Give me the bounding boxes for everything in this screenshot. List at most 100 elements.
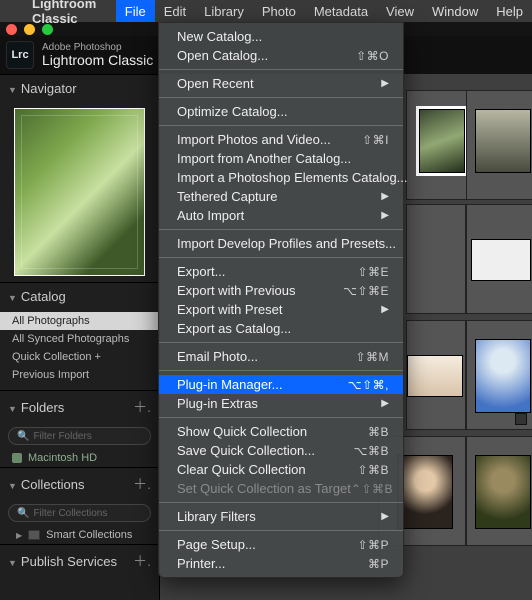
folders-label: Folders (21, 400, 64, 415)
menu-item[interactable]: Clear Quick Collection⇧⌘B (159, 460, 403, 479)
filter-collections-input[interactable]: 🔍 Filter Collections (8, 504, 151, 522)
menu-metadata[interactable]: Metadata (305, 0, 377, 22)
grid-cell[interactable] (406, 204, 466, 314)
menu-item[interactable]: Printer...⌘P (159, 554, 403, 573)
grid-cell[interactable] (466, 436, 532, 546)
publish-services-header[interactable]: ▼Publish Services ＋. (0, 545, 159, 577)
menu-separator (159, 417, 403, 418)
catalog-item-previous-import[interactable]: Previous Import (0, 366, 159, 384)
grid-cell[interactable] (406, 320, 466, 430)
menu-item[interactable]: Export with Preset▶ (159, 300, 403, 319)
thumbnail[interactable] (407, 355, 463, 397)
menu-item[interactable]: Optimize Catalog... (159, 102, 403, 121)
menu-item-shortcut: ⌥⌘B (354, 444, 389, 458)
menu-separator (159, 229, 403, 230)
folders-header[interactable]: ▼Folders ＋. (0, 391, 159, 423)
menu-item[interactable]: Import Develop Profiles and Presets... (159, 234, 403, 253)
catalog-item-all-photographs[interactable]: All Photographs (0, 312, 159, 330)
menu-item[interactable]: Export with Previous⌥⇧⌘E (159, 281, 403, 300)
disclosure-triangle-icon: ▶ (16, 531, 22, 540)
menu-item[interactable]: Export... ⇧⌘E (159, 262, 403, 281)
thumbnail[interactable] (397, 455, 453, 529)
close-icon[interactable] (6, 24, 17, 35)
menu-item[interactable]: New Catalog... (159, 27, 403, 46)
submenu-arrow-icon: ▶ (381, 191, 389, 202)
menu-item[interactable]: Library Filters▶ (159, 507, 403, 526)
volume-row[interactable]: Macintosh HD (0, 449, 159, 467)
catalog-item-synced[interactable]: All Synced Photographs (0, 330, 159, 348)
menu-item[interactable]: Auto Import▶ (159, 206, 403, 225)
menu-item-label: Show Quick Collection (177, 424, 307, 439)
smart-collections-row[interactable]: ▶ Smart Collections (0, 526, 159, 544)
menu-item-label: Email Photo... (177, 349, 258, 364)
thumbnail[interactable] (475, 455, 531, 529)
menu-item[interactable]: Show Quick Collection⌘B (159, 422, 403, 441)
menu-item-label: Export... (177, 264, 225, 279)
menu-window[interactable]: Window (423, 0, 487, 22)
zoom-icon[interactable] (42, 24, 53, 35)
menu-file[interactable]: File (116, 0, 155, 22)
menu-help[interactable]: Help (487, 0, 532, 22)
menu-item-shortcut: ⌥⇧⌘, (348, 378, 389, 392)
thumbnail[interactable] (475, 109, 531, 173)
submenu-arrow-icon: ▶ (381, 210, 389, 221)
menu-photo[interactable]: Photo (253, 0, 305, 22)
menu-item-shortcut: ⌘P (368, 557, 389, 571)
menu-item-label: Export as Catalog... (177, 321, 291, 336)
navigator-header[interactable]: ▼Navigator (0, 75, 159, 102)
search-icon: 🔍 (17, 508, 29, 519)
menu-view[interactable]: View (377, 0, 423, 22)
submenu-arrow-icon: ▶ (381, 304, 389, 315)
menu-separator (159, 257, 403, 258)
menu-library[interactable]: Library (195, 0, 253, 22)
menu-item[interactable]: Import a Photoshop Elements Catalog... (159, 168, 403, 187)
menu-separator (159, 97, 403, 98)
menu-edit[interactable]: Edit (155, 0, 195, 22)
submenu-arrow-icon: ▶ (381, 398, 389, 409)
menu-item: Set Quick Collection as Target⌃⇧⌘B (159, 479, 403, 498)
menu-item-label: New Catalog... (177, 29, 262, 44)
menu-item[interactable]: Import from Another Catalog... (159, 149, 403, 168)
menu-item[interactable]: Open Catalog...⇧⌘O (159, 46, 403, 65)
menu-item[interactable]: Export as Catalog... (159, 319, 403, 338)
thumbnail[interactable] (419, 109, 465, 173)
volume-name: Macintosh HD (28, 452, 97, 464)
menu-separator (159, 530, 403, 531)
disclosure-triangle-icon: ▼ (8, 85, 17, 95)
catalog-item-quick-collection[interactable]: Quick Collection + (0, 348, 159, 366)
menu-item[interactable]: Plug-in Extras▶ (159, 394, 403, 413)
menu-item[interactable]: Page Setup...⇧⌘P (159, 535, 403, 554)
mac-menubar: Lightroom Classic File Edit Library Phot… (0, 0, 532, 22)
thumbnail[interactable] (475, 339, 531, 413)
navigator-preview[interactable] (14, 108, 145, 276)
menu-item-shortcut: ⇧⌘B (357, 463, 389, 477)
add-collection-icon[interactable]: ＋. (133, 474, 151, 494)
add-folder-icon[interactable]: ＋. (133, 397, 151, 417)
menu-item-label: Save Quick Collection... (177, 443, 315, 458)
menubar-app-name[interactable]: Lightroom Classic (24, 0, 116, 26)
grid-cell[interactable] (466, 320, 532, 430)
submenu-arrow-icon: ▶ (381, 511, 389, 522)
menu-item-label: Open Recent (177, 76, 254, 91)
collections-header[interactable]: ▼Collections ＋. (0, 468, 159, 500)
menu-item[interactable]: Plug-in Manager...⌥⇧⌘, (159, 375, 403, 394)
menu-item[interactable]: Open Recent▶ (159, 74, 403, 93)
menu-item[interactable]: Import Photos and Video...⇧⌘I (159, 130, 403, 149)
grid-cell[interactable] (466, 204, 532, 314)
catalog-header[interactable]: ▼Catalog (0, 283, 159, 310)
menu-item-label: Export with Previous (177, 283, 296, 298)
add-publish-icon[interactable]: ＋. (133, 551, 151, 571)
menu-item[interactable]: Save Quick Collection... ⌥⌘B (159, 441, 403, 460)
menu-separator (159, 125, 403, 126)
minimize-icon[interactable] (24, 24, 35, 35)
menu-item[interactable]: Tethered Capture▶ (159, 187, 403, 206)
grid-cell[interactable] (466, 90, 532, 200)
collection-set-icon (28, 530, 40, 540)
menu-item-shortcut: ⇧⌘I (362, 133, 389, 147)
menu-item-shortcut: ⇧⌘E (357, 265, 389, 279)
thumbnail[interactable] (471, 239, 531, 281)
publish-label: Publish Services (21, 554, 117, 569)
file-menu-dropdown: New Catalog... Open Catalog...⇧⌘O Open Rec… (158, 22, 404, 578)
filter-folders-input[interactable]: 🔍 Filter Folders (8, 427, 151, 445)
menu-item[interactable]: Email Photo...⇧⌘M (159, 347, 403, 366)
